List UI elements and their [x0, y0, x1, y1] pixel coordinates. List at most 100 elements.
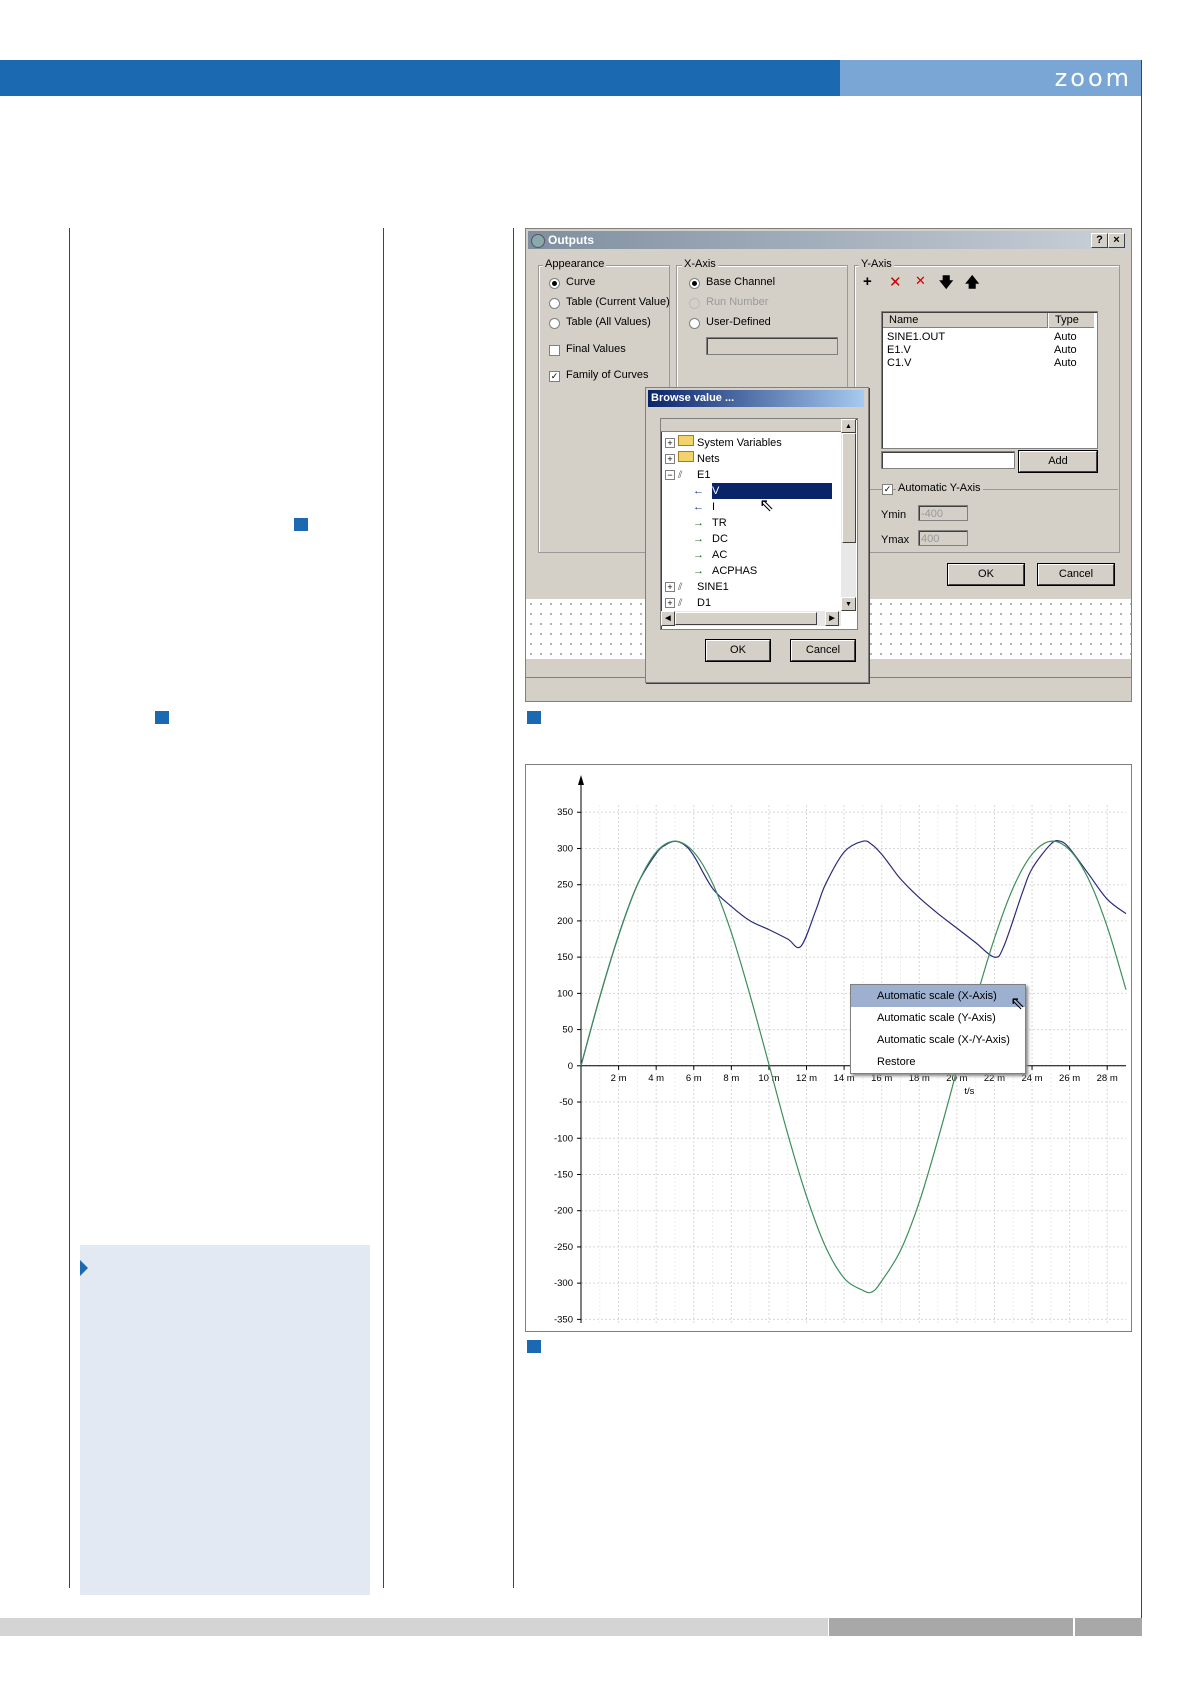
expand-icon[interactable]: +: [665, 438, 675, 448]
ymin-label: Ymin: [881, 509, 907, 521]
ymax-input[interactable]: 400: [918, 530, 968, 546]
scroll-right-icon[interactable]: ▶: [825, 611, 839, 626]
tree-item[interactable]: → ACPHAS: [663, 563, 839, 579]
y-tick-label: -100: [554, 1133, 573, 1144]
help-button[interactable]: ?: [1091, 233, 1108, 248]
delete-all-icon[interactable]: ✕: [915, 273, 926, 289]
menu-item-restore[interactable]: Restore: [851, 1051, 1025, 1073]
list-item-name[interactable]: C1.V: [887, 357, 911, 370]
y-tick-label: 250: [557, 880, 573, 891]
y-tick-label: -350: [554, 1314, 573, 1325]
y-tick-label: 200: [557, 916, 573, 927]
outputs-screenshot: Outputs ? × Appearance Curve Table (Curr…: [525, 228, 1132, 702]
mouse-cursor-icon: ⇖: [759, 495, 775, 515]
scroll-thumb[interactable]: [842, 433, 856, 543]
x-tick-label: 8 m: [723, 1073, 739, 1084]
radio-run-number[interactable]: [689, 298, 700, 309]
column-rule-2: [383, 228, 384, 1588]
y-series-list[interactable]: Name Type SINE1.OUT Auto E1.V Auto C1.V …: [881, 311, 1098, 449]
y-tick-label: -150: [554, 1169, 573, 1180]
context-menu: Automatic scale (X-Axis) Automatic scale…: [850, 984, 1026, 1074]
tree-item[interactable]: + System Variables: [663, 435, 839, 451]
horizontal-scrollbar[interactable]: ◀ ▶: [661, 611, 841, 626]
expand-icon[interactable]: +: [665, 582, 675, 592]
scroll-up-icon[interactable]: ▲: [841, 419, 856, 433]
move-up-icon[interactable]: 🡅: [965, 272, 979, 296]
tree-item[interactable]: → AC: [663, 547, 839, 563]
menu-item-auto-scale-y[interactable]: Automatic scale (Y-Axis): [851, 1007, 1025, 1029]
scroll-left-icon[interactable]: ◀: [661, 611, 675, 626]
list-item-name[interactable]: E1.V: [887, 344, 911, 357]
final-values-checkbox[interactable]: [549, 345, 560, 356]
tree-item[interactable]: + ⫽ SINE1: [663, 579, 839, 595]
radio-base-channel-label: Base Channel: [706, 276, 776, 288]
radio-table-all[interactable]: [549, 318, 560, 329]
tree-item-label: D1: [697, 597, 712, 609]
user-defined-input[interactable]: [706, 337, 838, 355]
family-of-curves-label: Family of Curves: [566, 369, 649, 381]
expand-icon[interactable]: +: [665, 454, 675, 464]
list-item-type: Auto: [1054, 331, 1077, 343]
tree-item[interactable]: − ⫽ E1: [663, 467, 839, 483]
cancel-button[interactable]: Cancel: [1038, 564, 1114, 585]
scroll-down-icon[interactable]: ▼: [841, 597, 856, 611]
add-series-input[interactable]: [881, 451, 1015, 469]
footer-bar: [0, 1618, 828, 1636]
marker-square: [294, 518, 308, 531]
radio-table-current[interactable]: [549, 298, 560, 309]
vertical-scrollbar[interactable]: ▲ ▼: [841, 419, 856, 611]
tree-item[interactable]: → DC: [663, 531, 839, 547]
y-tick-label: -50: [559, 1097, 573, 1108]
x-axis-caption: X-Axis: [682, 258, 718, 270]
close-icon[interactable]: ×: [1108, 233, 1125, 248]
tree-item[interactable]: → TR: [663, 515, 839, 531]
marker-square: [155, 711, 169, 724]
x-tick-label: 24 m: [1021, 1073, 1042, 1084]
x-tick-label: 16 m: [871, 1073, 892, 1084]
automatic-y-axis-checkbox[interactable]: ✓: [882, 484, 893, 495]
browse-ok-button[interactable]: OK: [706, 640, 770, 661]
scroll-thumb[interactable]: [675, 612, 817, 625]
group-divider: [854, 489, 1118, 490]
family-of-curves-checkbox[interactable]: ✓: [549, 371, 560, 382]
radio-curve[interactable]: [549, 278, 560, 289]
delete-icon[interactable]: ✕: [889, 273, 902, 291]
tree-item-label: AC: [712, 549, 728, 561]
add-button[interactable]: Add: [1019, 451, 1097, 472]
tree-rows: + System Variables + Nets − ⫽ E1 ← V ← I → TR → DC → AC →…: [663, 435, 839, 611]
menu-item-auto-scale-x[interactable]: Automatic scale (X-Axis): [851, 985, 1025, 1007]
column-rule-3: [513, 228, 514, 1588]
info-arrow-icon: [80, 1260, 88, 1276]
tree-item[interactable]: ← V: [663, 483, 839, 499]
ymin-input[interactable]: -400: [918, 505, 968, 521]
column-header-name[interactable]: Name: [883, 313, 1048, 328]
x-tick-label: 10 m: [758, 1073, 779, 1084]
plus-icon[interactable]: +: [863, 273, 872, 290]
chart[interactable]: 350 300 250 200 150 100 50 0 -50 -100 -150 -200 -250…: [526, 765, 1131, 1331]
tree-item[interactable]: ← I: [663, 499, 839, 515]
radio-user-defined[interactable]: [689, 318, 700, 329]
y-tick-label: -200: [554, 1206, 573, 1217]
tree-item[interactable]: + Nets: [663, 451, 839, 467]
menu-item-auto-scale-xy[interactable]: Automatic scale (X-/Y-Axis): [851, 1029, 1025, 1051]
radio-table-all-label: Table (All Values): [566, 316, 651, 328]
move-down-icon[interactable]: 🡇: [939, 272, 953, 296]
appearance-caption: Appearance: [543, 258, 607, 270]
figure-caption-marker: [527, 711, 541, 724]
x-tick-label: 14 m: [834, 1073, 855, 1084]
output-arrow-icon: →: [693, 533, 704, 545]
collapse-icon[interactable]: −: [665, 470, 675, 480]
output-arrow-icon: →: [693, 549, 704, 561]
browse-tree[interactable]: + System Variables + Nets − ⫽ E1 ← V ← I → TR → DC → AC →…: [660, 418, 858, 630]
expand-icon[interactable]: +: [665, 598, 675, 608]
list-item-name[interactable]: SINE1.OUT: [887, 331, 945, 344]
automatic-y-axis-label: Automatic Y-Axis: [896, 482, 983, 494]
radio-base-channel[interactable]: [689, 278, 700, 289]
mouse-cursor-icon: ⇖: [1010, 993, 1026, 1013]
column-header-type[interactable]: Type: [1049, 313, 1094, 328]
tree-item[interactable]: + ⫽ D1: [663, 595, 839, 611]
y-tick-label: 100: [557, 988, 573, 999]
outputs-title-bar: Outputs: [528, 231, 1127, 249]
browse-cancel-button[interactable]: Cancel: [791, 640, 855, 661]
ok-button[interactable]: OK: [948, 564, 1024, 585]
